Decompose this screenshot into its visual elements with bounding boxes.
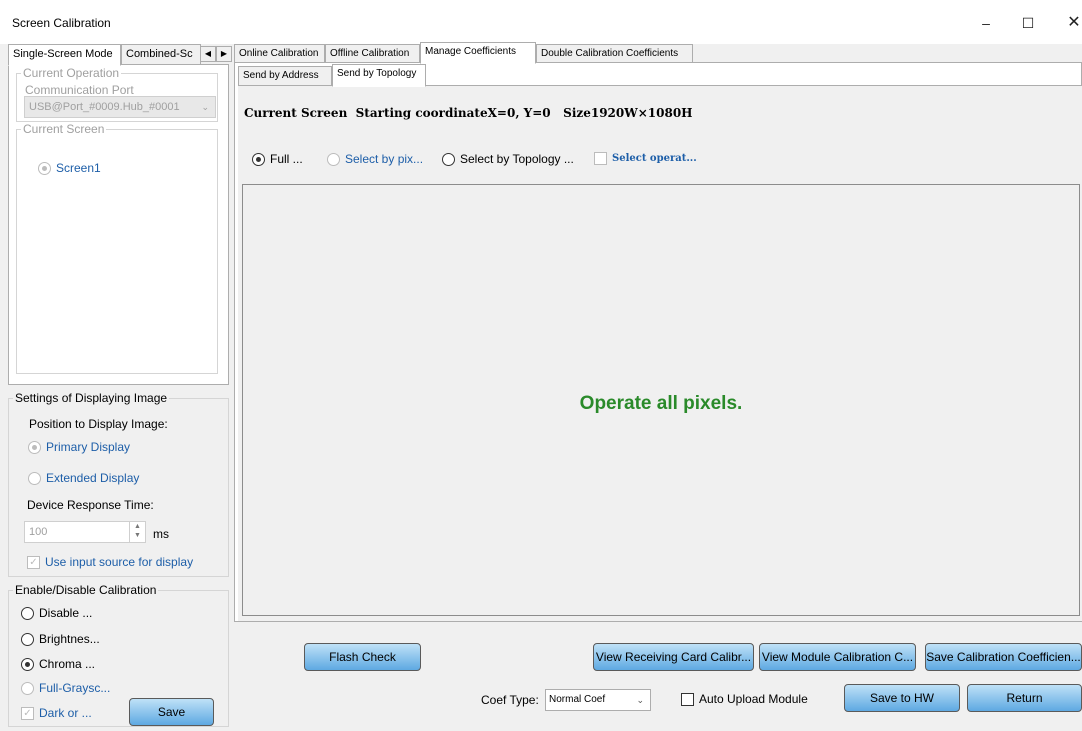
tab-online-calibration[interactable]: Online Calibration: [234, 44, 325, 63]
response-time-value: 100: [29, 526, 48, 538]
checkmark-icon: ✓: [27, 555, 40, 569]
coef-type-value: Normal Coef: [549, 694, 606, 705]
radio-icon: [442, 152, 455, 166]
checkmark-icon: ✓: [21, 706, 34, 720]
tab-offline-calibration[interactable]: Offline Calibration: [325, 44, 420, 63]
disable-radio[interactable]: Disable ...: [21, 606, 92, 620]
checkbox-icon: [681, 692, 694, 706]
display-settings-legend: Settings of Displaying Image: [15, 391, 168, 405]
select-by-pixel-radio[interactable]: Select by pix...: [327, 152, 423, 166]
current-screen-group: Current Screen: [16, 122, 218, 374]
select-by-pixel-label: Select by pix...: [345, 152, 424, 166]
pixel-operation-canvas[interactable]: Operate all pixels.: [242, 184, 1080, 616]
radio-icon: [21, 681, 34, 695]
auto-upload-module-checkbox[interactable]: Auto Upload Module: [681, 692, 808, 706]
tab-scroll-arrows: ◀ ▶: [200, 45, 232, 62]
use-input-source-label: Use input source for display: [45, 555, 194, 569]
primary-display-radio[interactable]: Primary Display: [28, 440, 130, 454]
view-module-calibration-button[interactable]: View Module Calibration C...: [759, 643, 916, 671]
scroll-right-icon[interactable]: ▶: [216, 46, 232, 62]
tab-double-calibration-coefficients[interactable]: Double Calibration Coefficients: [536, 44, 693, 63]
full-grayscale-label: Full-Graysc...: [39, 681, 111, 695]
current-operation-legend: Current Operation: [23, 66, 120, 80]
radio-icon: [38, 161, 51, 175]
spinner-arrows-icon[interactable]: ▲ ▼: [129, 522, 145, 542]
current-screen-legend: Current Screen: [23, 122, 105, 136]
radio-icon: [21, 606, 34, 620]
chevron-down-icon: ⌄: [636, 695, 644, 705]
use-input-source-checkbox[interactable]: ✓ Use input source for display: [27, 555, 193, 569]
extended-display-label: Extended Display: [46, 471, 140, 485]
radio-icon: [327, 152, 340, 166]
maximize-icon[interactable]: ☐: [1013, 10, 1043, 36]
coef-type-select[interactable]: Normal Coef ⌄: [545, 689, 651, 711]
window-title: Screen Calibration: [12, 16, 111, 30]
radio-icon: [28, 440, 41, 454]
select-by-topology-radio[interactable]: Select by Topology ...: [442, 152, 574, 166]
flash-check-button[interactable]: Flash Check: [304, 643, 421, 671]
response-time-input[interactable]: 100 ▲ ▼: [24, 521, 146, 543]
tab-single-screen-mode[interactable]: Single-Screen Mode: [8, 44, 121, 66]
checkbox-icon: [594, 152, 607, 165]
extended-display-radio[interactable]: Extended Display: [28, 471, 139, 485]
radio-icon: [28, 471, 41, 485]
response-time-unit: ms: [153, 527, 169, 541]
tab-send-by-topology[interactable]: Send by Topology: [332, 64, 426, 87]
communication-port-select[interactable]: USB@Port_#0009.Hub_#0001 ⌄: [24, 96, 216, 118]
radio-icon: [21, 632, 34, 646]
auto-upload-module-label: Auto Upload Module: [699, 692, 808, 706]
disable-label: Disable ...: [39, 606, 93, 620]
dark-or-checkbox[interactable]: ✓ Dark or ...: [21, 706, 92, 720]
full-grayscale-radio[interactable]: Full-Graysc...: [21, 681, 110, 695]
select-by-topology-label: Select by Topology ...: [460, 152, 574, 166]
primary-display-label: Primary Display: [46, 440, 131, 454]
brightness-label: Brightnes...: [39, 632, 100, 646]
response-time-label: Device Response Time:: [27, 498, 154, 512]
screen-info-text: Current Screen Starting coordinateX=0, Y…: [244, 106, 693, 120]
select-operate-label: Select operat...: [612, 153, 697, 164]
save-to-hw-button[interactable]: Save to HW: [844, 684, 960, 712]
chroma-radio[interactable]: Chroma ...: [21, 657, 95, 671]
save-button[interactable]: Save: [129, 698, 214, 726]
tab-manage-coefficients[interactable]: Manage Coefficients: [420, 42, 536, 64]
tab-send-by-address[interactable]: Send by Address: [238, 66, 332, 86]
radio-icon: [21, 657, 34, 671]
title-bar: Screen Calibration – ☐ ✕: [0, 0, 1082, 44]
dark-or-label: Dark or ...: [39, 706, 92, 720]
calibration-toggle-legend: Enable/Disable Calibration: [15, 583, 157, 597]
chevron-down-icon: ⌄: [201, 102, 209, 112]
screen1-radio[interactable]: Screen1: [38, 161, 101, 175]
position-label: Position to Display Image:: [29, 417, 168, 431]
full-label: Full ...: [270, 152, 303, 166]
radio-icon: [252, 152, 265, 166]
canvas-message: Operate all pixels.: [579, 393, 743, 414]
select-operate-checkbox[interactable]: Select operat...: [594, 152, 697, 165]
chroma-label: Chroma ...: [39, 657, 96, 671]
bottom-action-bar: [234, 622, 1082, 731]
screen1-label: Screen1: [56, 161, 101, 175]
coef-type-label: Coef Type:: [481, 693, 539, 707]
communication-port-label: Communication Port: [25, 83, 134, 97]
scroll-left-icon[interactable]: ◀: [200, 46, 216, 62]
close-icon[interactable]: ✕: [1059, 10, 1082, 36]
brightness-radio[interactable]: Brightnes...: [21, 632, 100, 646]
view-receiving-card-button[interactable]: View Receiving Card Calibr...: [593, 643, 754, 671]
full-radio[interactable]: Full ...: [252, 152, 303, 166]
return-button[interactable]: Return: [967, 684, 1082, 712]
tab-combined-screen[interactable]: Combined-Sc: [121, 44, 201, 65]
communication-port-value: USB@Port_#0009.Hub_#0001: [29, 101, 180, 113]
minimize-icon[interactable]: –: [971, 10, 1001, 36]
save-calibration-coefficients-button[interactable]: Save Calibration Coefficien...: [925, 643, 1082, 671]
